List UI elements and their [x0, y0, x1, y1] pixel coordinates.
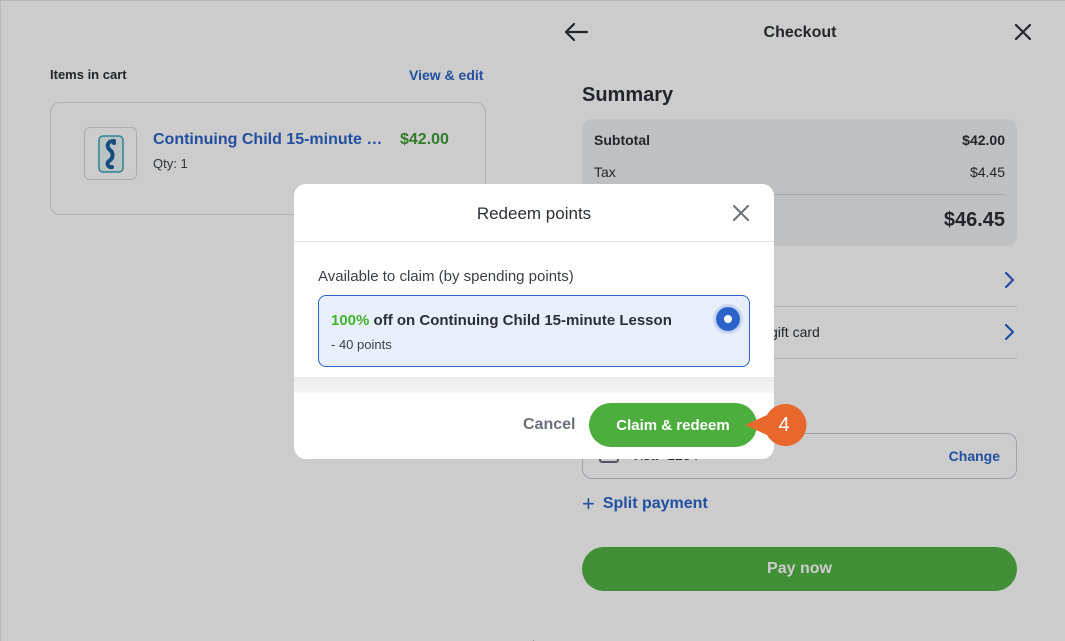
reward-percent: 100% [331, 312, 370, 329]
claim-redeem-button[interactable]: Claim & redeem [589, 403, 757, 447]
dialog-title: Redeem points [476, 204, 592, 223]
cancel-button[interactable]: Cancel [523, 416, 575, 434]
reward-title: 100% off on Continuing Child 15-minute L… [331, 312, 672, 329]
dialog-scroll-fade [294, 377, 774, 393]
reward-radio-selected[interactable] [716, 307, 740, 331]
redeem-points-dialog: Redeem points Available to claim (by spe… [294, 184, 774, 459]
available-to-claim-label: Available to claim (by spending points) [318, 268, 574, 285]
dialog-header: Redeem points [294, 184, 774, 242]
reward-option[interactable]: 100% off on Continuing Child 15-minute L… [318, 295, 750, 367]
reward-description: off on Continuing Child 15-minute Lesson [369, 312, 672, 329]
step-marker-number: 4 [778, 413, 790, 436]
app-frame: Items in cart View & edit Continuing Chi… [0, 0, 1065, 641]
reward-points-cost: - 40 points [331, 337, 392, 352]
close-icon[interactable] [732, 204, 750, 222]
dialog-footer: Cancel Claim & redeem [294, 393, 774, 459]
